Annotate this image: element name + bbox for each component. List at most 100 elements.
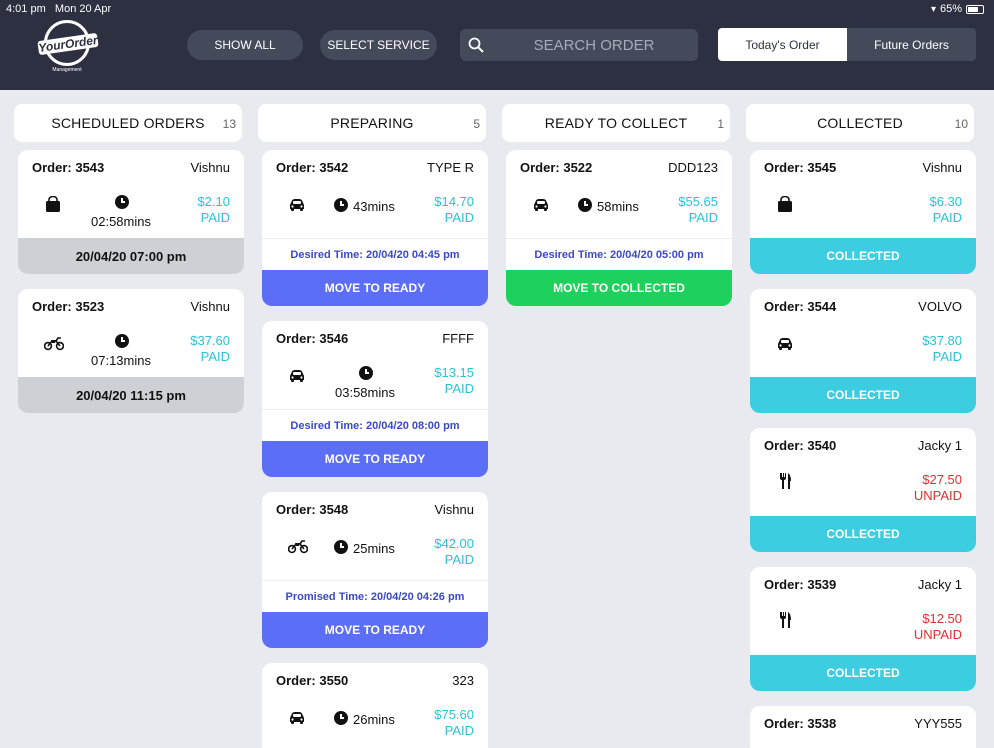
order-number: Order: 3522 (520, 160, 593, 175)
order-number: Order: 3523 (32, 299, 105, 314)
order-price: $42.00 (434, 536, 474, 551)
column-count: 1 (717, 117, 724, 131)
order-card[interactable]: Order: 3540 Jacky 1 $27.50 UNPAID COLLEC… (750, 428, 976, 552)
order-price: $75.60 (434, 707, 474, 722)
customer-name: FFFF (442, 331, 474, 346)
customer-name: 323 (452, 673, 474, 688)
move-to-ready-button[interactable]: MOVE TO READY (262, 270, 488, 306)
logo-subtitle: Management (52, 67, 82, 73)
order-card[interactable]: Order: 3542 TYPE R 43mins $14.70 PAID De… (262, 150, 488, 306)
order-number: Order: 3539 (764, 577, 837, 592)
payment-status: UNPAID (913, 488, 962, 503)
order-number: Order: 3546 (276, 331, 349, 346)
column-title: READY TO COLLECT (544, 115, 688, 131)
order-number: Order: 3548 (276, 502, 349, 517)
status-time: 4:01 pm (6, 3, 46, 15)
column-count: 10 (954, 117, 968, 131)
order-card[interactable]: Order: 3550 323 26mins $75.60 PAID (262, 663, 488, 748)
wifi-icon: ▾ (930, 3, 936, 15)
scheduled-time: 20/04/20 11:15 pm (18, 377, 244, 413)
customer-name: Vishnu (190, 160, 230, 175)
clock-icon (334, 540, 348, 554)
collected-button[interactable]: COLLECTED (750, 655, 976, 691)
status-bar: 4:01 pm Mon 20 Apr ▾ 65% (0, 0, 994, 18)
column-scheduled-orders: SCHEDULED ORDERS 13 Order: 3543 Vishnu 0… (14, 104, 244, 413)
customer-name: Jacky 1 (917, 577, 962, 592)
payment-status: PAID (444, 210, 474, 225)
customer-name: YYY555 (914, 716, 962, 731)
order-card[interactable]: Order: 3544 VOLVO $37.80 PAID COLLECTED (750, 289, 976, 413)
order-price: $55.65 (678, 194, 718, 209)
car-icon (288, 196, 306, 212)
order-duration: 02:58mins (91, 214, 151, 229)
order-number: Order: 3545 (764, 160, 837, 175)
column-title: PREPARING (330, 115, 414, 131)
order-price: $37.60 (190, 333, 230, 348)
order-number: Order: 3543 (32, 160, 105, 175)
cutlery-icon (776, 472, 794, 490)
search-input[interactable] (496, 29, 692, 61)
order-number: Order: 3542 (276, 160, 349, 175)
column-header: PREPARING 5 (258, 104, 486, 142)
tab-todays-order[interactable]: Today's Order (718, 28, 847, 61)
payment-status: PAID (932, 349, 962, 364)
order-duration: 58mins (597, 199, 639, 214)
customer-name: Vishnu (190, 299, 230, 314)
order-card[interactable]: Order: 3523 Vishnu 07:13mins $37.60 PAID… (18, 289, 244, 413)
column-count: 13 (222, 117, 236, 131)
order-duration: 25mins (353, 541, 395, 556)
order-duration: 07:13mins (91, 353, 151, 368)
car-icon (532, 196, 550, 212)
collected-button[interactable]: COLLECTED (750, 377, 976, 413)
column-ready-to-collect: READY TO COLLECT 1 Order: 3522 DDD123 58… (502, 104, 732, 306)
scheduled-time: 20/04/20 07:00 pm (18, 238, 244, 274)
clock-icon (334, 711, 348, 725)
tab-future-orders[interactable]: Future Orders (847, 28, 976, 61)
collected-button[interactable]: COLLECTED (750, 516, 976, 552)
customer-name: Vishnu (434, 502, 474, 517)
move-to-ready-button[interactable]: MOVE TO READY (262, 441, 488, 477)
order-price: $6.30 (929, 194, 962, 209)
order-number: Order: 3544 (764, 299, 837, 314)
customer-name: VOLVO (918, 299, 962, 314)
clock-icon (115, 334, 129, 348)
order-price: $27.50 (922, 472, 962, 487)
column-count: 5 (473, 117, 480, 131)
order-card[interactable]: Order: 3538 YYY555 (750, 706, 976, 748)
customer-name: Vishnu (922, 160, 962, 175)
car-icon (776, 335, 794, 351)
order-card[interactable]: Order: 3543 Vishnu 02:58mins $2.10 PAID … (18, 150, 244, 274)
collected-button[interactable]: COLLECTED (750, 238, 976, 274)
order-card[interactable]: Order: 3522 DDD123 58mins $55.65 PAID De… (506, 150, 732, 306)
order-card[interactable]: Order: 3539 Jacky 1 $12.50 UNPAID COLLEC… (750, 567, 976, 691)
payment-status: PAID (444, 723, 474, 738)
bag-icon (44, 196, 62, 212)
search-box[interactable] (460, 29, 698, 61)
clock-icon (578, 198, 592, 212)
order-duration: 03:58mins (335, 385, 395, 400)
move-to-collected-button[interactable]: MOVE TO COLLECTED (506, 270, 732, 306)
order-tabs: Today's Order Future Orders (718, 28, 976, 61)
clock-icon (359, 366, 373, 380)
column-preparing: PREPARING 5 Order: 3542 TYPE R 43mins $1… (258, 104, 488, 748)
select-service-button[interactable]: SELECT SERVICE (320, 30, 437, 60)
show-all-button[interactable]: SHOW ALL (187, 30, 303, 60)
app-logo: YourOrder Management (36, 20, 99, 76)
battery-percent: 65% (939, 3, 962, 15)
order-price: $12.50 (922, 611, 962, 626)
clock-icon (334, 198, 348, 212)
order-duration: 26mins (353, 712, 395, 727)
payment-status: PAID (200, 210, 230, 225)
order-card[interactable]: Order: 3546 FFFF 03:58mins $13.15 PAID D… (262, 321, 488, 477)
order-price: $14.70 (434, 194, 474, 209)
order-card[interactable]: Order: 3545 Vishnu $6.30 PAID COLLECTED (750, 150, 976, 274)
order-card[interactable]: Order: 3548 Vishnu 25mins $42.00 PAID Pr… (262, 492, 488, 648)
car-icon (288, 709, 306, 725)
move-to-ready-button[interactable]: MOVE TO READY (262, 612, 488, 648)
order-number: Order: 3540 (764, 438, 837, 453)
status-date: Mon 20 Apr (54, 3, 112, 15)
top-bar: 4:01 pm Mon 20 Apr ▾ 65% YourOrder Manag… (0, 0, 994, 90)
battery-icon (966, 4, 984, 14)
promised-time: Promised Time: 20/04/20 04:26 pm (262, 580, 488, 612)
payment-status: PAID (688, 210, 718, 225)
